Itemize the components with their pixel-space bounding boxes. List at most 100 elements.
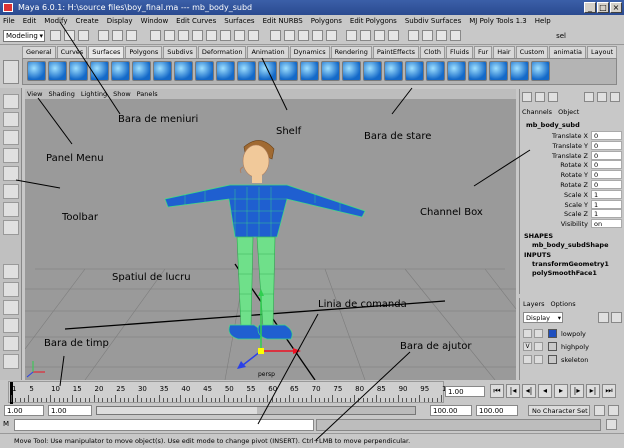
mask-icon[interactable]: [150, 30, 161, 41]
ipr-render-icon[interactable]: [374, 30, 385, 41]
animation-preferences-icon[interactable]: [608, 405, 619, 416]
play-forwards-button[interactable]: ▸: [554, 384, 568, 398]
hypershade-icon[interactable]: [597, 92, 607, 102]
select-dynamic-icon[interactable]: [234, 30, 245, 41]
manipulator-tool-icon[interactable]: [3, 184, 19, 199]
tool-settings-toggle-icon[interactable]: [436, 30, 447, 41]
intersect-icon[interactable]: [363, 61, 382, 81]
extrude-icon[interactable]: [258, 61, 277, 81]
loft-icon[interactable]: [216, 61, 235, 81]
attr-value-field[interactable]: 1: [591, 199, 622, 209]
menu-window[interactable]: Window: [141, 15, 169, 28]
layer-type-dropdown[interactable]: Display: [523, 312, 563, 323]
new-layer-selected-icon[interactable]: [611, 312, 622, 323]
render-globals-icon[interactable]: [388, 30, 399, 41]
range-slider-bar[interactable]: [96, 406, 416, 415]
attribute-editor-toggle-icon[interactable]: [422, 30, 433, 41]
go-to-end-button[interactable]: ⏭: [602, 384, 616, 398]
attr-value-field[interactable]: 0: [591, 170, 622, 180]
render-view-icon[interactable]: [584, 92, 594, 102]
select-tool-icon[interactable]: [3, 94, 19, 109]
shelf-tab-rendering[interactable]: Rendering: [330, 46, 372, 58]
select-joint-icon[interactable]: [178, 30, 189, 41]
menu-edit-polygons[interactable]: Edit Polygons: [350, 15, 397, 28]
planar-icon[interactable]: [237, 61, 256, 81]
nurbs-cube-icon[interactable]: [48, 61, 67, 81]
attr-value-field[interactable]: 1: [591, 209, 622, 219]
input-line-icon[interactable]: [408, 30, 419, 41]
nurbs-cone-icon[interactable]: [90, 61, 109, 81]
character-set-dropdown[interactable]: No Character Set: [528, 405, 590, 416]
menu-polygons[interactable]: Polygons: [311, 15, 342, 28]
attr-value-field[interactable]: 0: [591, 179, 622, 189]
shelf-tab-layout[interactable]: Layout: [587, 46, 618, 58]
snap-view-icon[interactable]: [312, 30, 323, 41]
snap-curve-icon[interactable]: [284, 30, 295, 41]
detach-surface-icon[interactable]: [468, 61, 487, 81]
untrim-icon[interactable]: [426, 61, 445, 81]
layer-row[interactable]: skeleton: [523, 354, 621, 366]
attr-value-field[interactable]: on: [591, 219, 622, 229]
render-setting-icon[interactable]: [610, 92, 620, 102]
shelf-tab-fur[interactable]: Fur: [474, 46, 493, 58]
shelf-tab-general[interactable]: General: [22, 46, 56, 58]
new-layer-icon[interactable]: [598, 312, 609, 323]
menu-edit-curves[interactable]: Edit Curves: [176, 15, 216, 28]
close-button[interactable]: ×: [610, 2, 622, 13]
current-frame-field[interactable]: 1.00: [445, 386, 485, 397]
single-perspective-layout-icon[interactable]: [3, 264, 19, 279]
move-tool-icon[interactable]: [3, 130, 19, 145]
layer-row[interactable]: V highpoly: [523, 341, 621, 353]
command-language-label[interactable]: M: [3, 420, 9, 428]
snap-point-icon[interactable]: [298, 30, 309, 41]
channel-box-tool-icon[interactable]: [548, 92, 558, 102]
go-to-start-button[interactable]: ⏮: [490, 384, 504, 398]
layer-visibility-toggle[interactable]: V: [523, 342, 532, 351]
menu-create[interactable]: Create: [75, 15, 98, 28]
input-node[interactable]: transformGeometry1: [532, 260, 609, 268]
select-hierarchy-icon[interactable]: [98, 30, 109, 41]
range-slider-handle[interactable]: [97, 407, 257, 414]
render-frame-icon[interactable]: [360, 30, 371, 41]
menu-edit-nurbs[interactable]: Edit NURBS: [263, 15, 303, 28]
bevel-icon[interactable]: [342, 61, 361, 81]
minimize-button[interactable]: _: [584, 2, 596, 13]
step-forward-frame-button[interactable]: |▸: [570, 384, 584, 398]
playback-end-field[interactable]: 100.00: [430, 405, 472, 416]
shelf-tab-surfaces[interactable]: Surfaces: [88, 46, 125, 58]
step-back-key-button[interactable]: |◂: [506, 384, 520, 398]
input-node[interactable]: polySmoothFace1: [532, 269, 597, 277]
nurbs-square-icon[interactable]: [174, 61, 193, 81]
make-live-icon[interactable]: [326, 30, 337, 41]
align-surface-icon[interactable]: [489, 61, 508, 81]
command-input[interactable]: [14, 419, 314, 431]
step-forward-key-button[interactable]: ▸|: [586, 384, 600, 398]
boundary-icon[interactable]: [300, 61, 319, 81]
open-close-icon[interactable]: [510, 61, 529, 81]
lasso-tool-icon[interactable]: [3, 112, 19, 127]
options-menu[interactable]: Options: [551, 300, 576, 308]
shelf-tab-hair[interactable]: Hair: [493, 46, 515, 58]
auto-key-icon[interactable]: [594, 405, 605, 416]
attr-value-field[interactable]: 0: [591, 160, 622, 170]
script-editor-icon[interactable]: [606, 419, 617, 430]
layer-visibility-toggle[interactable]: [523, 355, 532, 364]
layer-type-toggle[interactable]: [534, 342, 543, 351]
shelf-tab-dynamics[interactable]: Dynamics: [289, 46, 330, 58]
menu-surfaces[interactable]: Surfaces: [224, 15, 254, 28]
nurbs-torus-icon[interactable]: [132, 61, 151, 81]
menu-modify[interactable]: Modify: [44, 15, 67, 28]
revolve-icon[interactable]: [195, 61, 214, 81]
scale-tool-icon[interactable]: [3, 166, 19, 181]
four-view-layout-icon[interactable]: [3, 282, 19, 297]
layer-type-toggle[interactable]: [534, 329, 543, 338]
insert-isoparm-icon[interactable]: [531, 61, 550, 81]
shelf-tab-polygons[interactable]: Polygons: [125, 46, 163, 58]
maximize-button[interactable]: □: [597, 2, 609, 13]
animation-start-field[interactable]: 1.00: [4, 405, 44, 416]
shelf-tab-animation[interactable]: Animation: [247, 46, 289, 58]
nurbs-sphere-icon[interactable]: [27, 61, 46, 81]
outliner-layout-icon[interactable]: [3, 354, 19, 369]
menu-file[interactable]: File: [3, 15, 15, 28]
menu-set-dropdown[interactable]: Modeling: [3, 30, 45, 42]
